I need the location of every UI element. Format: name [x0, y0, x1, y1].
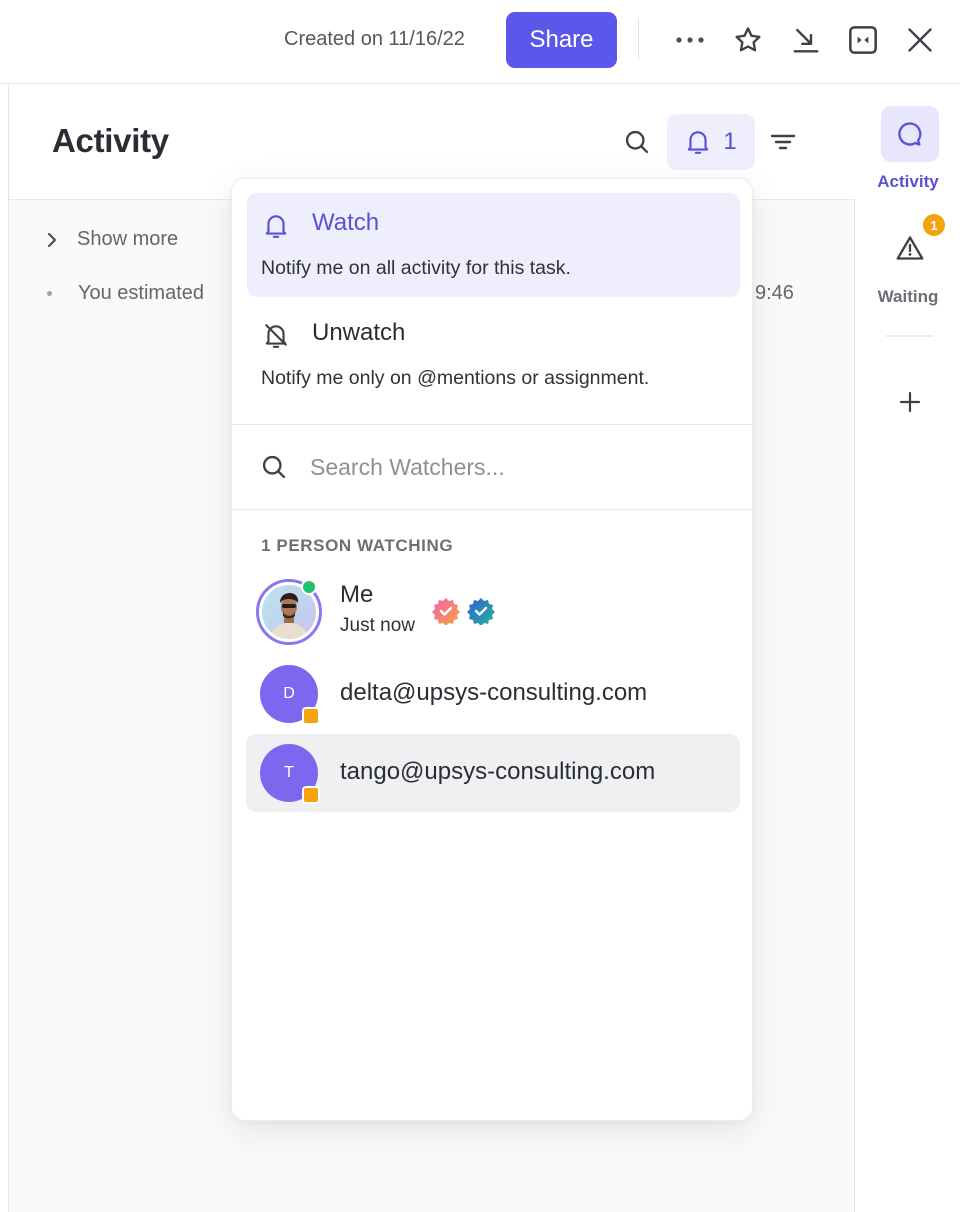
- divider: [886, 335, 934, 337]
- divider: [232, 509, 752, 510]
- bell-icon: [261, 211, 291, 241]
- share-button[interactable]: Share: [506, 12, 617, 68]
- watcher-item[interactable]: T tango@upsys-consulting.com: [246, 734, 740, 812]
- watcher-name: Me: [340, 581, 374, 608]
- close-icon[interactable]: [900, 20, 940, 60]
- created-date: Created on 11/16/22: [284, 28, 465, 50]
- unwatch-title: Unwatch: [312, 319, 406, 346]
- warning-icon[interactable]: [896, 234, 924, 262]
- bell-off-icon: [261, 321, 291, 351]
- activity-item: You estimated: [47, 282, 204, 305]
- activity-time: 9:46: [755, 282, 794, 304]
- online-status-indicator: [301, 579, 317, 595]
- watch-option[interactable]: Watch Notify me on all activity for this…: [247, 193, 740, 297]
- add-icon[interactable]: [894, 386, 926, 418]
- search-icon[interactable]: [619, 124, 655, 160]
- filter-icon[interactable]: [765, 124, 801, 160]
- search-watchers: [260, 453, 730, 481]
- move-down-icon[interactable]: [786, 20, 826, 60]
- star-icon[interactable]: [728, 20, 768, 60]
- unwatch-option[interactable]: Unwatch Notify me only on @mentions or a…: [247, 303, 740, 407]
- activity-text: You estimated: [78, 282, 205, 304]
- avatar: T: [260, 744, 320, 804]
- divider: [232, 424, 752, 425]
- show-more-button[interactable]: Show more: [45, 228, 178, 251]
- bullet-icon: [47, 291, 52, 296]
- search-icon: [262, 455, 286, 479]
- sidebar-activity-label: Activity: [877, 172, 939, 191]
- show-more-label: Show more: [77, 228, 179, 250]
- divider: [638, 18, 639, 60]
- guest-status-indicator: [302, 786, 320, 804]
- watcher-email: delta@upsys-consulting.com: [340, 679, 648, 706]
- comment-icon: [898, 122, 922, 146]
- avatar-initial: T: [284, 764, 294, 781]
- waiting-badge: 1: [923, 214, 945, 236]
- sidebar-item-activity[interactable]: [881, 106, 939, 162]
- watch-description: Notify me on all activity for this task.: [261, 257, 571, 279]
- watcher-time: Just now: [340, 615, 415, 636]
- watchers-dropdown: Watch Notify me on all activity for this…: [231, 178, 753, 1121]
- search-watchers-input[interactable]: [310, 453, 730, 481]
- avatar: D: [260, 665, 320, 725]
- watchers-button[interactable]: 1: [667, 114, 755, 170]
- bell-icon: [688, 131, 709, 154]
- sidebar-item-waiting[interactable]: Waiting: [856, 287, 960, 307]
- right-sidebar: Activity 1 Waiting: [856, 84, 960, 1212]
- collapse-icon[interactable]: [843, 20, 883, 60]
- watch-title: Watch: [312, 209, 380, 236]
- verified-badge-icon: [467, 597, 495, 630]
- verified-badge-icon: [432, 597, 460, 630]
- guest-status-indicator: [302, 707, 320, 725]
- more-icon[interactable]: [670, 20, 710, 60]
- chevron-right-icon: [47, 232, 57, 247]
- page-title: Activity: [52, 122, 169, 159]
- unwatch-description: Notify me only on @mentions or assignmen…: [261, 367, 650, 389]
- watchers-count: 1: [723, 128, 737, 155]
- top-bar: Created on 11/16/22 Share: [0, 0, 960, 84]
- watchers-section-label: 1 PERSON WATCHING: [261, 536, 454, 555]
- watcher-item[interactable]: D delta@upsys-consulting.com: [246, 655, 740, 733]
- watcher-email: tango@upsys-consulting.com: [340, 758, 656, 785]
- watcher-me[interactable]: Me Just now: [246, 575, 740, 653]
- avatar-initial: D: [283, 685, 295, 702]
